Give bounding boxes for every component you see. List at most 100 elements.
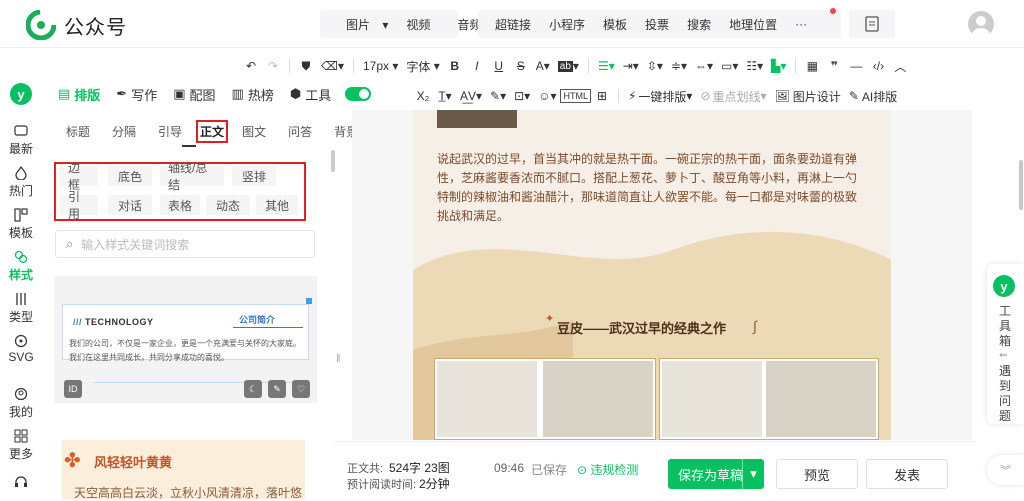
chip-shading[interactable]: 底色: [108, 166, 152, 186]
highlight-line-button[interactable]: ⊘ 重点划线 ▾: [696, 85, 770, 107]
article-paragraph[interactable]: 说起武汉的过早，首当其冲的就是热干面。一碗正宗的热干面，面条要劲道有弹性，芝麻酱…: [437, 150, 867, 226]
border-color-icon[interactable]: ▙▾: [767, 55, 790, 77]
indent-icon[interactable]: ⇥▾: [619, 55, 643, 77]
headset-icon[interactable]: [0, 475, 42, 491]
panel-resize-handle[interactable]: ‖: [336, 353, 341, 365]
chip-animated[interactable]: 动态: [206, 195, 250, 215]
tab-hotlist[interactable]: ▥ 热榜: [232, 85, 274, 104]
chip-table[interactable]: 表格: [160, 195, 200, 215]
chip-dialog[interactable]: 对话: [108, 195, 152, 215]
chip-vertical[interactable]: 竖排: [232, 166, 276, 186]
preview-button[interactable]: 预览: [776, 459, 858, 489]
nav-latest[interactable]: 最新: [0, 124, 42, 157]
style-card-autumn[interactable]: ✤ 风轻轻叶黄黄 天空高高白云淡，立秋小风清清凉，落叶悠: [62, 440, 305, 500]
font-family-select[interactable]: 字体 ▾: [402, 55, 443, 77]
chip-other[interactable]: 其他: [256, 195, 298, 215]
style-search-input[interactable]: ⌕ 输入样式关键词搜索: [55, 230, 315, 258]
style-card-technology[interactable]: /// TECHNOLOGY 公司简介 我们的公司，不仅是一家企业，更是一个充满…: [54, 276, 317, 403]
save-draft-button[interactable]: 保存为草稿 ▾: [668, 459, 764, 489]
tab-writing[interactable]: ✒ 写作: [116, 85, 157, 104]
redo-icon[interactable]: ↷: [262, 55, 284, 77]
toolbox-label[interactable]: 工具箱: [997, 304, 1013, 349]
user-avatar[interactable]: [968, 11, 994, 37]
tab-illustration[interactable]: ▣ 配图: [173, 85, 215, 104]
tab-tools[interactable]: ⬢ 工具: [290, 85, 331, 104]
panel-toggle[interactable]: [345, 87, 372, 101]
edit-icon[interactable]: ✎: [268, 380, 286, 398]
subtab-qa[interactable]: 问答: [288, 123, 312, 140]
theme-icon[interactable]: ☾: [244, 380, 262, 398]
subscript-icon[interactable]: X₂: [412, 85, 434, 107]
insert-hyperlink[interactable]: 超链接: [486, 16, 540, 33]
document-icon[interactable]: [849, 10, 895, 38]
margin-icon[interactable]: ▭▾: [717, 55, 742, 77]
align-left-icon[interactable]: ☰▾: [594, 55, 619, 77]
page-scrollbar[interactable]: [1019, 160, 1023, 210]
panel-scrollbar[interactable]: [331, 150, 335, 172]
nav-type[interactable]: 类型: [0, 292, 42, 325]
magic-wand-icon[interactable]: ✎▾: [486, 85, 510, 107]
table-icon[interactable]: ▦: [801, 55, 823, 77]
nav-style[interactable]: 样式: [0, 250, 42, 283]
font-color-icon[interactable]: A▾: [532, 55, 554, 77]
line-height-icon[interactable]: ⇳▾: [643, 55, 667, 77]
one-click-layout-button[interactable]: ⚡ 一键排版 ▾: [624, 85, 696, 107]
image-design-button[interactable]: 🖼 图片设计: [771, 85, 845, 107]
collapse-down-icon[interactable]: ︾: [987, 455, 1024, 485]
article-document[interactable]: 说起武汉的过早，首当其冲的就是热干面。一碗正宗的热干面，面条要劲道有弹性，芝麻酱…: [413, 110, 891, 440]
insert-search[interactable]: 搜索: [678, 16, 720, 33]
more-menu[interactable]: ···: [786, 17, 816, 31]
insert-vote[interactable]: 投票: [636, 16, 678, 33]
subtab-image-text[interactable]: 图文: [242, 123, 266, 140]
toolbox-float[interactable]: y 工具箱 ⇐ 遇到问题: [987, 264, 1024, 424]
letter-spacing-icon[interactable]: ⇔▾: [691, 55, 717, 77]
collapse-up-icon[interactable]: ︿: [889, 55, 911, 77]
av-spacing-icon[interactable]: A͟V▾: [456, 85, 486, 107]
insert-location[interactable]: 地理位置: [720, 16, 786, 33]
subtab-guide[interactable]: 引导: [158, 123, 182, 140]
image-frame-left[interactable]: [434, 358, 656, 440]
horizontal-rule-icon[interactable]: —: [845, 55, 867, 77]
subtab-body[interactable]: 正文: [196, 119, 229, 143]
italic-icon[interactable]: I: [466, 55, 488, 77]
nav-hot[interactable]: 热门: [0, 166, 42, 199]
chip-axis-summary[interactable]: 轴线/总结: [160, 161, 224, 192]
brand-y-logo-icon[interactable]: y: [10, 83, 32, 105]
nav-svg[interactable]: SVG: [0, 334, 42, 364]
chip-border[interactable]: 边框: [60, 161, 98, 192]
publish-button[interactable]: 发表: [866, 459, 948, 489]
underline-icon[interactable]: U: [488, 55, 510, 77]
insert-video-menu[interactable]: 视频: [397, 16, 439, 33]
text-direction-icon[interactable]: T̲▾: [434, 85, 456, 107]
chevron-down-icon[interactable]: ▾: [742, 459, 764, 489]
image-tool-icon[interactable]: ⊡▾: [510, 85, 534, 107]
background-color-icon[interactable]: ab ▾: [554, 55, 583, 77]
strikethrough-icon[interactable]: S: [510, 55, 532, 77]
editor-canvas[interactable]: 说起武汉的过早，首当其冲的就是热干面。一碗正宗的热干面，面条要劲道有弹性，芝麻酱…: [352, 110, 972, 440]
app-logo[interactable]: 公众号: [26, 10, 127, 40]
chip-quote[interactable]: 引用: [60, 190, 98, 221]
feedback-label[interactable]: 遇到问题: [997, 364, 1013, 424]
ai-layout-button[interactable]: ✎ AI排版: [845, 85, 901, 107]
toolkit-icon[interactable]: ⊞: [591, 85, 613, 107]
image-frame-right[interactable]: [659, 358, 879, 440]
list-icon[interactable]: ☷▾: [742, 55, 767, 77]
undo-icon[interactable]: ↶: [240, 55, 262, 77]
nav-more[interactable]: 更多: [0, 429, 42, 462]
format-painter-icon[interactable]: ⛊: [295, 55, 317, 77]
html-icon[interactable]: HTML: [560, 89, 591, 103]
subtab-title[interactable]: 标题: [66, 123, 90, 140]
font-size-select[interactable]: 17px ▾: [359, 55, 402, 77]
nav-mine[interactable]: 我的: [0, 387, 42, 420]
code-icon[interactable]: ‹/›: [867, 55, 889, 77]
paragraph-spacing-icon[interactable]: ≑▾: [667, 55, 691, 77]
clear-format-icon[interactable]: ⌫▾: [317, 55, 348, 77]
article-subtitle[interactable]: 豆皮——武汉过早的经典之作: [557, 318, 726, 337]
insert-image-menu[interactable]: 图片 ▾: [328, 16, 397, 33]
quote-icon[interactable]: ❞: [823, 55, 845, 77]
insert-template[interactable]: 模板: [594, 16, 636, 33]
violation-check-link[interactable]: ⊙ 违规检测: [577, 461, 638, 478]
favorite-heart-icon[interactable]: ♡: [292, 380, 310, 398]
tab-layout[interactable]: ▤ 排版: [58, 85, 100, 104]
insert-miniprogram[interactable]: 小程序: [540, 16, 594, 33]
